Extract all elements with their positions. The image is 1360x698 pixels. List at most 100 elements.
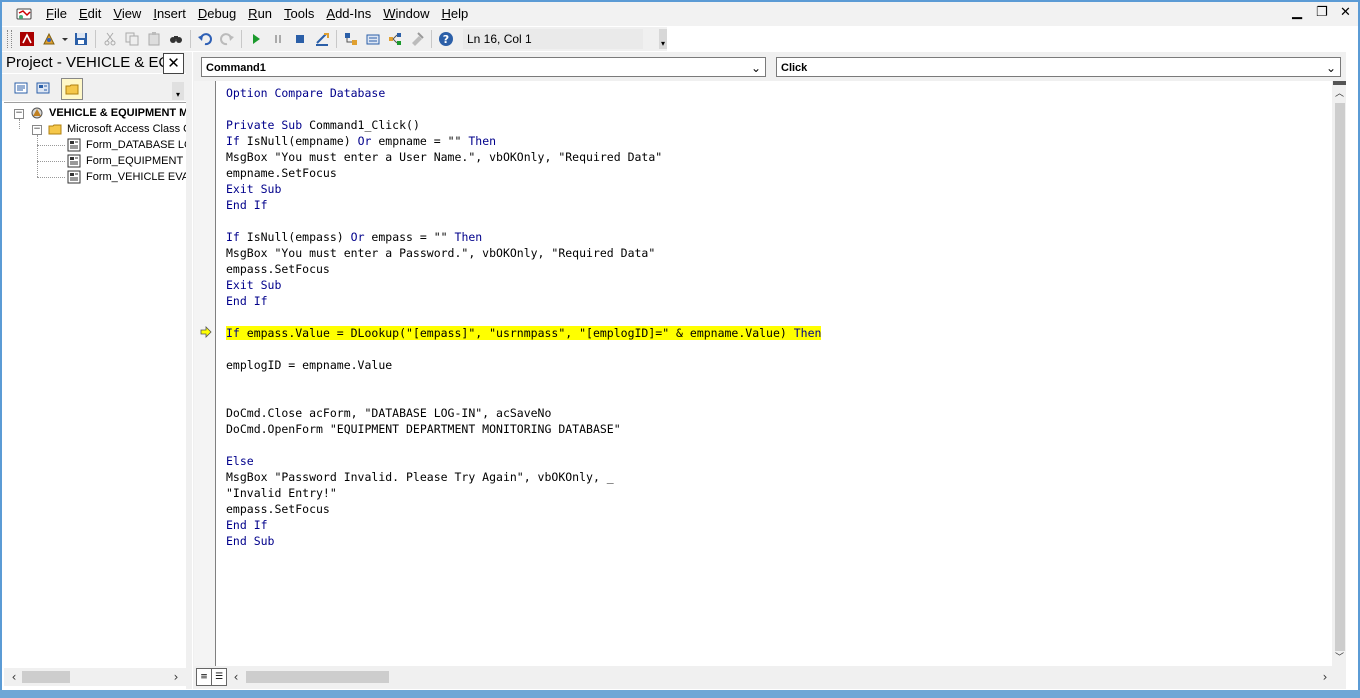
procedure-combo[interactable]: Click ⌄ (776, 57, 1341, 77)
code-line[interactable]: DoCmd.OpenForm "EQUIPMENT DEPARTMENT MON… (226, 421, 621, 437)
collapse-folder-icon[interactable]: − (32, 125, 42, 135)
properties-window-icon[interactable] (363, 29, 383, 49)
view-code-icon[interactable] (11, 78, 31, 98)
menu-help[interactable]: Help (435, 3, 474, 25)
code-line[interactable]: empass.SetFocus (226, 261, 330, 277)
project-toolbar-chevron-icon[interactable]: ▾ (172, 82, 184, 100)
minimize-icon[interactable]: ▁ (1292, 5, 1302, 20)
scroll-up-icon[interactable]: ︿ (1333, 87, 1346, 101)
reset-icon[interactable] (290, 29, 310, 49)
tree-root[interactable]: VEHICLE & EQUIPMENT MONITORING DATABASE (49, 105, 186, 121)
menu-debug[interactable]: Debug (192, 3, 242, 25)
insert-dropdown-icon[interactable] (61, 29, 69, 49)
scroll-right-icon[interactable]: › (1318, 669, 1332, 685)
pane-splitter[interactable] (186, 52, 192, 689)
code-line[interactable]: If empass.Value = DLookup("[empass]", "u… (226, 325, 822, 341)
project-icon (30, 106, 44, 120)
code-line[interactable]: emplogID = empname.Value (226, 357, 392, 373)
code-line[interactable]: Else (226, 453, 254, 469)
object-browser-icon[interactable] (385, 29, 405, 49)
chevron-down-icon[interactable]: ⌄ (751, 58, 761, 78)
code-line[interactable]: If IsNull(empass) Or empass = "" Then (226, 229, 482, 245)
toolbar-grip[interactable] (7, 30, 12, 48)
scroll-left-icon[interactable]: ‹ (229, 669, 243, 685)
split-bar-handle[interactable] (1333, 81, 1346, 85)
project-toolbar (2, 74, 186, 101)
copy-icon[interactable] (122, 29, 142, 49)
code-line[interactable]: End Sub (226, 533, 274, 549)
code-window: Command1 ⌄ Click ⌄ Option Compare Databa… (193, 52, 1346, 689)
run-icon[interactable] (246, 29, 266, 49)
code-line[interactable]: End If (226, 517, 268, 533)
help-icon[interactable]: ? (436, 29, 456, 49)
toolbar-options-icon[interactable]: ▾ (659, 29, 667, 49)
object-combo-value: Command1 (206, 62, 266, 74)
scroll-left-icon[interactable]: ‹ (6, 668, 22, 686)
project-close-icon[interactable]: ✕ (163, 53, 184, 74)
find-icon[interactable] (166, 29, 186, 49)
chevron-down-icon[interactable]: ⌄ (1326, 58, 1336, 78)
menu-file[interactable]: File (40, 3, 73, 25)
project-explorer-icon[interactable] (341, 29, 361, 49)
object-combo[interactable]: Command1 ⌄ (201, 57, 766, 77)
procedure-view-icon[interactable]: ≡ (196, 668, 212, 686)
break-icon[interactable] (268, 29, 288, 49)
code-line[interactable]: End If (226, 293, 268, 309)
menu-tools[interactable]: Tools (278, 3, 320, 25)
full-module-view-icon[interactable]: ☰ (211, 668, 227, 686)
undo-icon[interactable] (195, 29, 215, 49)
code-line[interactable]: DoCmd.Close acForm, "DATABASE LOG-IN", a… (226, 405, 551, 421)
code-line[interactable]: Exit Sub (226, 181, 281, 197)
code-hscroll-thumb[interactable] (246, 671, 389, 683)
code-line[interactable]: MsgBox "Password Invalid. Please Try Aga… (226, 469, 614, 485)
vba-app-icon[interactable] (16, 6, 32, 22)
view-object-icon[interactable] (33, 78, 53, 98)
code-editor[interactable]: Option Compare Database Private Sub Comma… (216, 81, 1332, 666)
code-line[interactable]: empname.SetFocus (226, 165, 337, 181)
tree-item-form-equipment[interactable]: Form_EQUIPMENT DEPARTMENT (86, 153, 186, 169)
tree-item-form-vehicle[interactable]: Form_VEHICLE EVALUATION (86, 169, 186, 185)
code-line[interactable]: MsgBox "You must enter a Password.", vbO… (226, 245, 655, 261)
standard-toolbar: ? Ln 16, Col 1 ▾ (2, 27, 667, 51)
toolbox-icon[interactable] (407, 29, 427, 49)
code-line[interactable]: empass.SetFocus (226, 501, 330, 517)
code-line[interactable]: Private Sub Command1_Click() (226, 117, 420, 133)
view-access-icon[interactable] (17, 29, 37, 49)
design-mode-icon[interactable] (312, 29, 332, 49)
form-icon (67, 154, 81, 168)
svg-text:?: ? (443, 33, 449, 46)
margin-indicator-bar[interactable] (194, 81, 216, 666)
form-icon (67, 138, 81, 152)
menu-run[interactable]: Run (242, 3, 278, 25)
toggle-folders-icon[interactable] (61, 78, 83, 100)
menu-window[interactable]: Window (377, 3, 435, 25)
menu-add-ins[interactable]: Add-Ins (320, 3, 377, 25)
save-icon[interactable] (71, 29, 91, 49)
menu-insert[interactable]: Insert (147, 3, 192, 25)
menu-edit[interactable]: Edit (73, 3, 107, 25)
cut-icon[interactable] (100, 29, 120, 49)
code-vertical-scrollbar[interactable]: ︿ ﹀ (1333, 81, 1346, 666)
menu-view[interactable]: View (107, 3, 147, 25)
code-line[interactable]: MsgBox "You must enter a User Name.", vb… (226, 149, 662, 165)
tree-item-form-database-login[interactable]: Form_DATABASE LOG-IN (86, 137, 186, 153)
collapse-root-icon[interactable]: − (14, 109, 24, 119)
code-vscroll-thumb[interactable] (1335, 103, 1345, 651)
code-line[interactable]: Option Compare Database (226, 85, 385, 101)
code-line[interactable]: End If (226, 197, 268, 213)
paste-icon[interactable] (144, 29, 164, 49)
insert-module-icon[interactable] (39, 29, 59, 49)
code-line[interactable]: "Invalid Entry!" (226, 485, 337, 501)
code-line[interactable]: Exit Sub (226, 277, 281, 293)
project-scroll-thumb[interactable] (22, 671, 70, 683)
close-icon[interactable]: ✕ (1340, 5, 1351, 20)
code-line[interactable]: If IsNull(empname) Or empname = "" Then (226, 133, 496, 149)
restore-icon[interactable]: ❐ (1316, 5, 1328, 20)
scroll-right-icon[interactable]: › (168, 668, 184, 686)
project-explorer-title: Project - VEHICLE & EQUIPMENT (2, 52, 186, 73)
scroll-down-icon[interactable]: ﹀ (1333, 651, 1346, 665)
project-horizontal-scrollbar[interactable]: ‹ › (4, 668, 186, 686)
tree-folder[interactable]: Microsoft Access Class Objects (67, 121, 186, 137)
code-horizontal-scrollbar: ≡ ☰ ‹ › (193, 667, 1346, 687)
redo-icon[interactable] (217, 29, 237, 49)
